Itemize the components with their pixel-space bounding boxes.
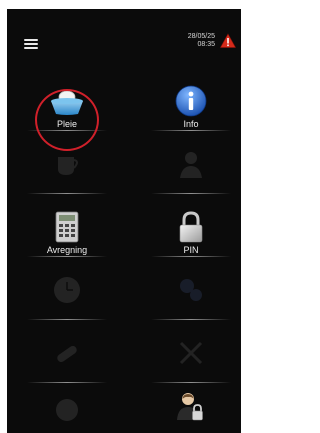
- sleeve-icon: [22, 334, 112, 372]
- tile-disabled-6[interactable]: [146, 334, 236, 386]
- tile-info[interactable]: Info: [146, 82, 236, 134]
- user-lock-icon: [146, 387, 236, 425]
- hamburger-menu-icon[interactable]: [24, 39, 38, 49]
- divider: [151, 193, 231, 194]
- gears-icon: [146, 271, 236, 309]
- top-bar: 28/05/25 08:35: [7, 9, 241, 65]
- tile-label: PIN: [183, 245, 199, 255]
- tile-label: Avregning: [46, 245, 88, 255]
- info-icon: [146, 82, 236, 120]
- tile-disabled-7[interactable]: [22, 391, 112, 433]
- calculator-icon: [22, 208, 112, 246]
- tile-avregning[interactable]: Avregning: [22, 208, 112, 260]
- divider: [151, 256, 231, 257]
- warning-icon[interactable]: [220, 33, 236, 49]
- divider: [151, 319, 231, 320]
- tile-disabled-3[interactable]: [22, 271, 112, 323]
- divider: [27, 319, 107, 320]
- face-icon: [22, 391, 112, 429]
- highlight-circle: [35, 89, 99, 151]
- tile-disabled-4[interactable]: [146, 271, 236, 323]
- divider: [27, 193, 107, 194]
- clock-icon: [22, 271, 112, 309]
- time-text: 08:35: [197, 41, 215, 48]
- tile-user-lock[interactable]: [146, 387, 236, 433]
- nurse-icon: [146, 145, 236, 183]
- tile-label: Info: [183, 119, 199, 129]
- divider: [27, 382, 107, 383]
- app-screen: 28/05/25 08:35 Pleie Info Avregning PIN: [7, 9, 241, 433]
- tools-icon: [146, 334, 236, 372]
- lock-icon: [146, 208, 236, 246]
- tile-pin[interactable]: PIN: [146, 208, 236, 260]
- date-text: 28/05/25: [187, 33, 215, 40]
- date-time: 28/05/25 08:35: [188, 33, 215, 49]
- tile-disabled-5[interactable]: [22, 334, 112, 386]
- divider: [151, 382, 231, 383]
- divider: [27, 256, 107, 257]
- divider: [151, 130, 231, 131]
- tile-disabled-2[interactable]: [146, 145, 236, 197]
- tile-disabled-1[interactable]: [22, 145, 112, 197]
